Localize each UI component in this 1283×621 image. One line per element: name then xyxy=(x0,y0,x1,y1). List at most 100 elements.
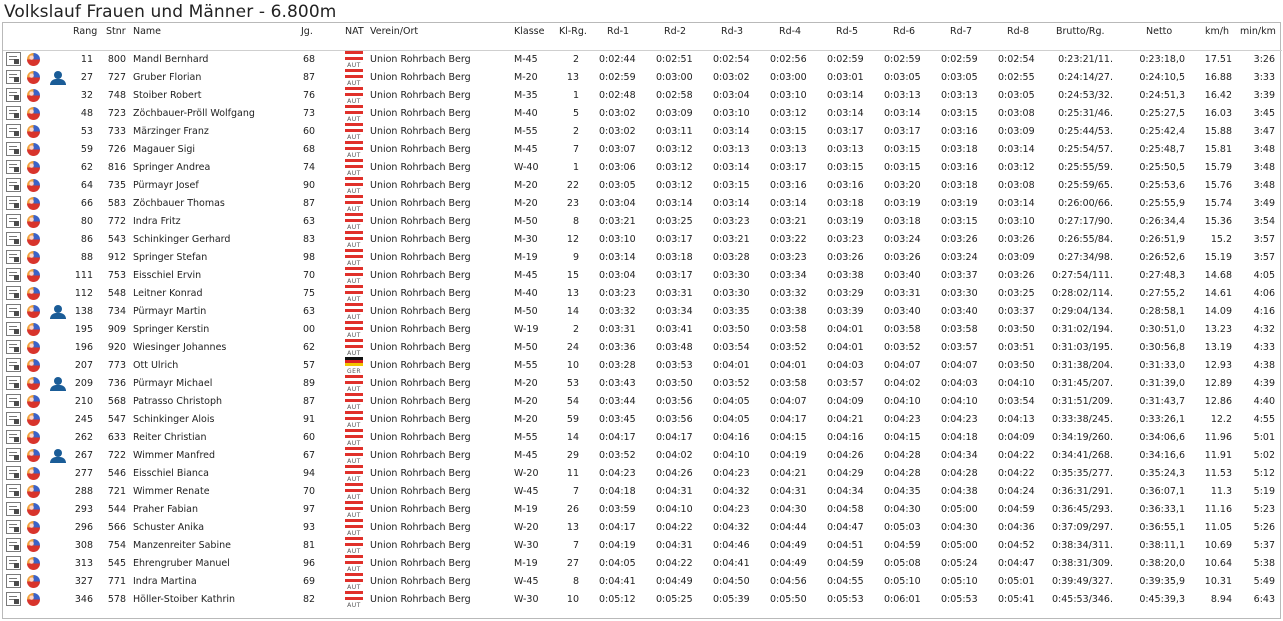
cell-name[interactable]: Magauer Sigi xyxy=(133,144,195,155)
table-row[interactable]: 80 772 Indra Fritz 63 Union Rohrbach Berg M-5… xyxy=(3,213,1282,231)
result-details-icon[interactable] xyxy=(27,269,40,282)
cell-name[interactable]: Indra Fritz xyxy=(133,216,181,227)
table-row[interactable]: 196 920 Wiesinger Johannes 62 Union Rohrbach… xyxy=(3,339,1282,357)
table-row[interactable]: 32 748 Stoiber Robert 76 Union Rohrbach Berg… xyxy=(3,87,1282,105)
result-details-icon[interactable] xyxy=(27,125,40,138)
result-details-icon[interactable] xyxy=(27,71,40,84)
cell-name[interactable]: Wiesinger Johannes xyxy=(133,342,226,353)
result-details-icon[interactable] xyxy=(27,575,40,588)
result-details-icon[interactable] xyxy=(27,53,40,66)
certificate-icon[interactable] xyxy=(6,70,21,84)
table-row[interactable]: 210 568 Patrasso Christoph 87 Union Rohrbach… xyxy=(3,393,1282,411)
col-rd2[interactable]: Rd-2 xyxy=(664,26,686,37)
table-row[interactable]: 313 545 Ehrengruber Manuel 96 Union Rohrbach… xyxy=(3,555,1282,573)
table-row[interactable]: 27 727 Gruber Florian 87 Union Rohrbach Berg… xyxy=(3,69,1282,87)
certificate-icon[interactable] xyxy=(6,214,21,228)
certificate-icon[interactable] xyxy=(6,178,21,192)
cell-name[interactable]: Manzenreiter Sabine xyxy=(133,540,231,551)
cell-name[interactable]: Indra Martina xyxy=(133,576,197,587)
col-rd8[interactable]: Rd-8 xyxy=(1007,26,1029,37)
cell-name[interactable]: Mandl Bernhard xyxy=(133,54,208,65)
result-details-icon[interactable] xyxy=(27,89,40,102)
certificate-icon[interactable] xyxy=(6,592,21,606)
cell-name[interactable]: Schinkinger Alois xyxy=(133,414,214,425)
cell-name[interactable]: Eisschiel Bianca xyxy=(133,468,209,479)
result-details-icon[interactable] xyxy=(27,215,40,228)
table-row[interactable]: 308 754 Manzenreiter Sabine 81 Union Rohrbac… xyxy=(3,537,1282,555)
table-row[interactable]: 262 633 Reiter Christian 60 Union Rohrbach B… xyxy=(3,429,1282,447)
col-netto[interactable]: Netto xyxy=(1146,26,1172,37)
cell-name[interactable]: Springer Kerstin xyxy=(133,324,209,335)
table-row[interactable]: 296 566 Schuster Anika 93 Union Rohrbach Ber… xyxy=(3,519,1282,537)
cell-name[interactable]: Schuster Anika xyxy=(133,522,204,533)
col-name[interactable]: Name xyxy=(133,26,161,37)
table-row[interactable]: 11 800 Mandl Bernhard 68 Union Rohrbach Berg… xyxy=(3,50,1282,69)
result-details-icon[interactable] xyxy=(27,341,40,354)
col-klrg[interactable]: Kl-Rg. xyxy=(559,26,587,37)
certificate-icon[interactable] xyxy=(6,394,21,408)
table-row[interactable]: 111 753 Eisschiel Ervin 70 Union Rohrbach Be… xyxy=(3,267,1282,285)
result-details-icon[interactable] xyxy=(27,107,40,120)
certificate-icon[interactable] xyxy=(6,286,21,300)
table-row[interactable]: 293 544 Praher Fabian 97 Union Rohrbach Berg… xyxy=(3,501,1282,519)
table-row[interactable]: 207 773 Ott Ulrich 57 Union Rohrbach Berg M-5… xyxy=(3,357,1282,375)
cell-name[interactable]: Pürmayr Martin xyxy=(133,306,206,317)
result-details-icon[interactable] xyxy=(27,359,40,372)
cell-name[interactable]: Pürmayr Michael xyxy=(133,378,212,389)
table-row[interactable]: 288 721 Wimmer Renate 70 Union Rohrbach Berg… xyxy=(3,483,1282,501)
col-rd6[interactable]: Rd-6 xyxy=(893,26,915,37)
cell-name[interactable]: Springer Stefan xyxy=(133,252,207,263)
table-row[interactable]: 86 543 Schinkinger Gerhard 83 Union Rohrbach… xyxy=(3,231,1282,249)
certificate-icon[interactable] xyxy=(6,142,21,156)
cell-name[interactable]: Stoiber Robert xyxy=(133,90,202,101)
col-brutto[interactable]: Brutto/Rg. xyxy=(1056,26,1105,37)
table-row[interactable]: 62 816 Springer Andrea 74 Union Rohrbach Ber… xyxy=(3,159,1282,177)
col-minkm[interactable]: min/km xyxy=(1240,26,1276,37)
certificate-icon[interactable] xyxy=(6,160,21,174)
certificate-icon[interactable] xyxy=(6,538,21,552)
cell-name[interactable]: Eisschiel Ervin xyxy=(133,270,201,281)
cell-name[interactable]: Ehrengruber Manuel xyxy=(133,558,230,569)
col-klasse[interactable]: Klasse xyxy=(514,26,544,37)
result-details-icon[interactable] xyxy=(27,197,40,210)
certificate-icon[interactable] xyxy=(6,484,21,498)
result-details-icon[interactable] xyxy=(27,323,40,336)
col-rd3[interactable]: Rd-3 xyxy=(721,26,743,37)
cell-name[interactable]: Märzinger Franz xyxy=(133,126,209,137)
col-rd4[interactable]: Rd-4 xyxy=(779,26,801,37)
cell-name[interactable]: Gruber Florian xyxy=(133,72,201,83)
table-row[interactable]: 195 909 Springer Kerstin 00 Union Rohrbach B… xyxy=(3,321,1282,339)
result-details-icon[interactable] xyxy=(27,503,40,516)
result-details-icon[interactable] xyxy=(27,449,40,462)
cell-name[interactable]: Reiter Christian xyxy=(133,432,207,443)
certificate-icon[interactable] xyxy=(6,430,21,444)
cell-name[interactable]: Leitner Konrad xyxy=(133,288,202,299)
col-jg[interactable]: Jg. xyxy=(301,26,313,37)
result-details-icon[interactable] xyxy=(27,287,40,300)
result-details-icon[interactable] xyxy=(27,377,40,390)
table-row[interactable]: 59 726 Magauer Sigi 68 Union Rohrbach Berg M-… xyxy=(3,141,1282,159)
result-details-icon[interactable] xyxy=(27,143,40,156)
certificate-icon[interactable] xyxy=(6,340,21,354)
col-verein[interactable]: Verein/Ort xyxy=(370,26,418,37)
certificate-icon[interactable] xyxy=(6,124,21,138)
col-rang[interactable]: Rang xyxy=(73,26,97,37)
table-row[interactable]: 53 733 Märzinger Franz 60 Union Rohrbach Ber… xyxy=(3,123,1282,141)
cell-name[interactable]: Wimmer Manfred xyxy=(133,450,215,461)
table-row[interactable]: 66 583 Zöchbauer Thomas 87 Union Rohrbach Be… xyxy=(3,195,1282,213)
cell-name[interactable]: Patrasso Christoph xyxy=(133,396,222,407)
col-rd5[interactable]: Rd-5 xyxy=(836,26,858,37)
certificate-icon[interactable] xyxy=(6,304,21,318)
certificate-icon[interactable] xyxy=(6,574,21,588)
certificate-icon[interactable] xyxy=(6,268,21,282)
result-details-icon[interactable] xyxy=(27,431,40,444)
table-row[interactable]: 112 548 Leitner Konrad 75 Union Rohrbach Ber… xyxy=(3,285,1282,303)
certificate-icon[interactable] xyxy=(6,52,21,66)
cell-name[interactable]: Ott Ulrich xyxy=(133,360,178,371)
table-row[interactable]: 267 722 Wimmer Manfred 67 Union Rohrbach Ber… xyxy=(3,447,1282,465)
certificate-icon[interactable] xyxy=(6,322,21,336)
col-rd7[interactable]: Rd-7 xyxy=(950,26,972,37)
cell-name[interactable]: Pürmayr Josef xyxy=(133,180,199,191)
table-row[interactable]: 88 912 Springer Stefan 98 Union Rohrbach Ber… xyxy=(3,249,1282,267)
result-details-icon[interactable] xyxy=(27,395,40,408)
